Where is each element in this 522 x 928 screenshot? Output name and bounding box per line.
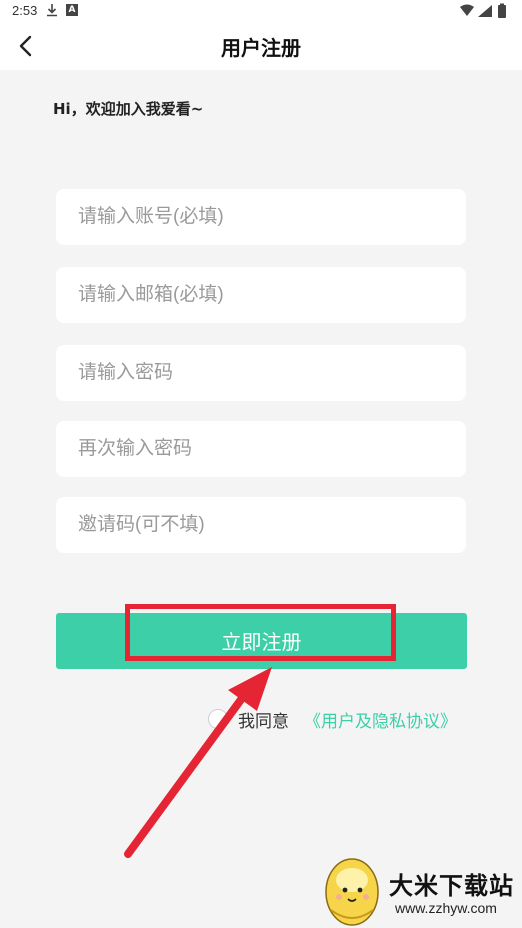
register-button[interactable]: 立即注册 xyxy=(56,613,467,669)
account-input[interactable] xyxy=(56,189,466,245)
confirm-password-input[interactable] xyxy=(56,421,466,477)
watermark-title: 大米下载站 xyxy=(389,872,514,900)
password-input[interactable] xyxy=(56,345,466,401)
invite-code-input[interactable] xyxy=(56,497,466,553)
wifi-icon xyxy=(460,4,474,16)
agreement-prefix: 我同意 xyxy=(238,712,289,732)
battery-icon xyxy=(498,5,506,18)
status-bar: 2:53 A xyxy=(0,0,522,22)
header: 用户注册 xyxy=(0,22,522,70)
watermark: 大米下载站 www.zzhyw.com xyxy=(317,852,522,928)
agreement-checkbox[interactable] xyxy=(208,709,228,729)
welcome-text: Hi，欢迎加入我爱看~ xyxy=(53,100,204,118)
signal-icon xyxy=(478,5,492,17)
email-input[interactable] xyxy=(56,267,466,323)
watermark-url: www.zzhyw.com xyxy=(395,900,497,916)
page-title: 用户注册 xyxy=(221,36,301,60)
status-time: 2:53 xyxy=(12,3,38,18)
download-icon xyxy=(46,3,58,20)
privacy-agreement-link[interactable]: 《用户及隐私协议》 xyxy=(304,707,457,732)
status-icons xyxy=(458,3,510,22)
app-notification-icon: A xyxy=(66,4,78,16)
rice-mascot-logo xyxy=(325,858,379,926)
